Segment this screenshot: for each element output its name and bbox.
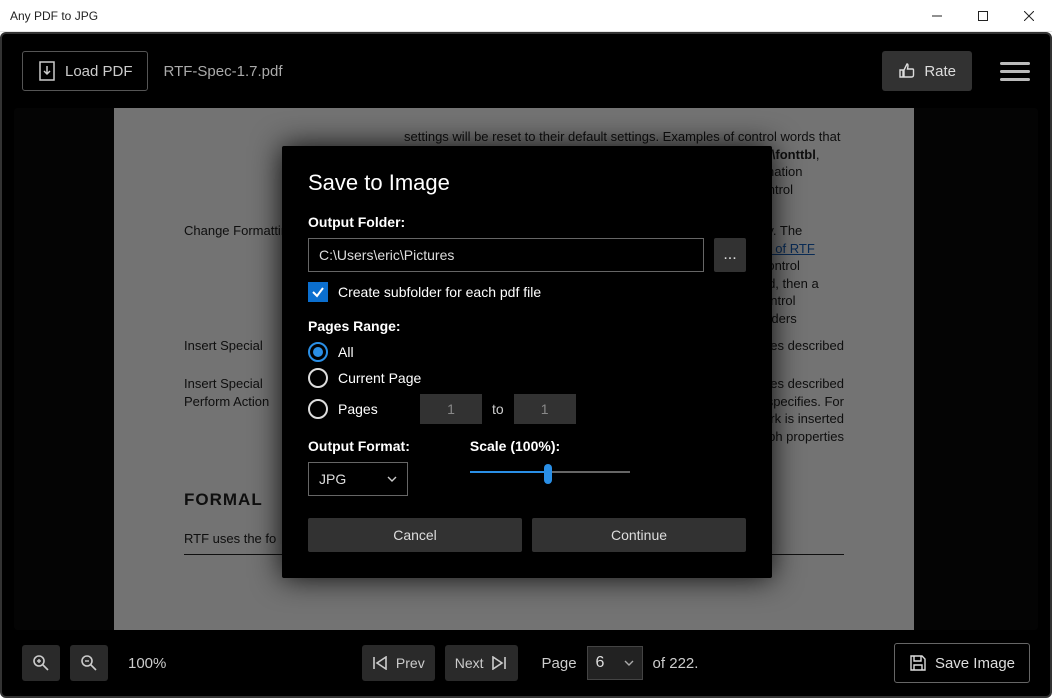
output-format-select[interactable]: JPG	[308, 462, 408, 496]
create-subfolder-checkbox[interactable]	[308, 282, 328, 302]
page-total: of 222.	[653, 655, 699, 672]
current-filename: RTF-Spec-1.7.pdf	[164, 63, 283, 80]
menu-button[interactable]	[1000, 56, 1030, 86]
thumbs-up-icon	[898, 62, 916, 80]
chevron-down-icon	[624, 660, 634, 666]
window-titlebar: Any PDF to JPG	[0, 0, 1052, 32]
radio-all-label: All	[338, 344, 354, 360]
close-button[interactable]	[1006, 0, 1052, 32]
minimize-button[interactable]	[914, 0, 960, 32]
page-number-input[interactable]: 6	[587, 646, 643, 680]
continue-button[interactable]: Continue	[532, 518, 746, 552]
scale-slider[interactable]	[470, 462, 630, 482]
dialog-title: Save to Image	[308, 170, 746, 196]
zoom-level: 100%	[128, 655, 166, 672]
radio-current-label: Current Page	[338, 370, 421, 386]
cancel-button[interactable]: Cancel	[308, 518, 522, 552]
output-folder-label: Output Folder:	[308, 214, 746, 230]
page-to-input[interactable]	[514, 394, 576, 424]
save-to-image-dialog: Save to Image Output Folder: ... Create …	[282, 146, 772, 578]
chevron-down-icon	[387, 476, 397, 482]
app-frame: Load PDF RTF-Spec-1.7.pdf Rate settings …	[0, 32, 1052, 698]
page-label: Page	[542, 655, 577, 672]
top-toolbar: Load PDF RTF-Spec-1.7.pdf Rate	[2, 34, 1050, 108]
load-pdf-label: Load PDF	[65, 63, 133, 80]
to-label: to	[492, 401, 504, 417]
check-icon	[311, 285, 325, 299]
browse-folder-button[interactable]: ...	[714, 238, 746, 272]
rate-button[interactable]: Rate	[882, 51, 972, 91]
maximize-button[interactable]	[960, 0, 1006, 32]
output-format-label: Output Format:	[308, 438, 410, 454]
radio-pages-label: Pages	[338, 401, 410, 417]
load-pdf-button[interactable]: Load PDF	[22, 51, 148, 91]
radio-all[interactable]	[308, 342, 328, 362]
radio-pages[interactable]	[308, 399, 328, 419]
output-folder-input[interactable]	[308, 238, 704, 272]
next-page-button[interactable]: Next	[445, 645, 518, 681]
pages-range-label: Pages Range:	[308, 318, 746, 334]
next-icon	[490, 656, 508, 670]
window-title: Any PDF to JPG	[0, 9, 914, 23]
save-image-button[interactable]: Save Image	[894, 643, 1030, 683]
save-icon	[909, 654, 927, 672]
radio-current-page[interactable]	[308, 368, 328, 388]
scale-label: Scale (100%):	[470, 438, 630, 454]
prev-icon	[372, 656, 390, 670]
bottom-toolbar: 100% Prev Next Page 6 of 222. Save Image	[2, 630, 1050, 696]
zoom-out-button[interactable]	[70, 645, 108, 681]
load-icon	[37, 60, 57, 82]
rate-label: Rate	[924, 63, 956, 80]
create-subfolder-label: Create subfolder for each pdf file	[338, 284, 541, 300]
zoom-in-button[interactable]	[22, 645, 60, 681]
prev-page-button[interactable]: Prev	[362, 645, 435, 681]
page-from-input[interactable]	[420, 394, 482, 424]
